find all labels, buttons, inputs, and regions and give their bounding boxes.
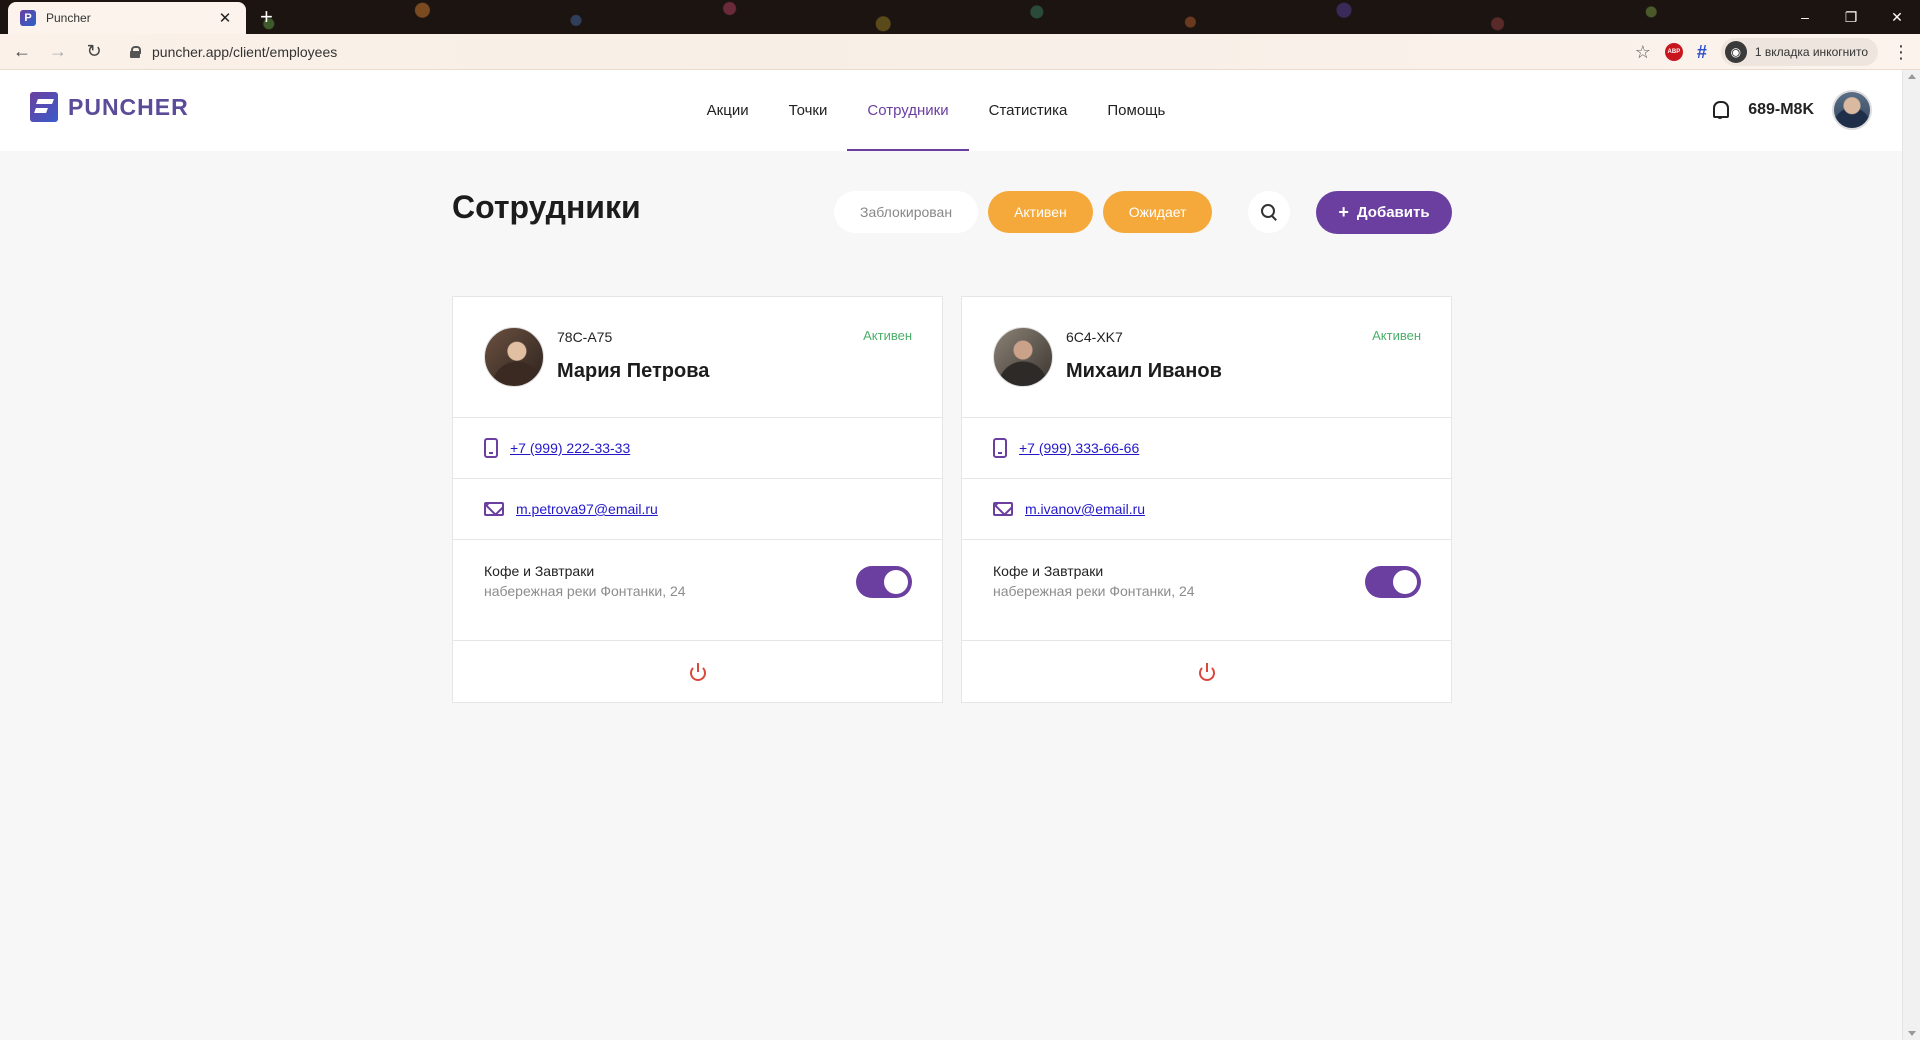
employee-card-header: 78C-A75 Мария Петрова Активен bbox=[453, 297, 942, 418]
nav-item-help[interactable]: Помощь bbox=[1087, 70, 1185, 151]
power-icon[interactable] bbox=[689, 662, 707, 681]
filter-active[interactable]: Активен bbox=[988, 191, 1093, 233]
employee-status-badge: Активен bbox=[863, 328, 912, 343]
employee-card: 78C-A75 Мария Петрова Активен +7 (999) 2… bbox=[452, 296, 943, 703]
tab-title: Puncher bbox=[46, 11, 91, 25]
status-filters: Заблокирован Активен Ожидает bbox=[834, 191, 1213, 233]
close-tab-icon[interactable]: ✕ bbox=[216, 9, 234, 27]
phone-icon bbox=[993, 438, 1007, 458]
adblock-plus-icon[interactable]: ABP bbox=[1664, 43, 1683, 61]
minimize-button[interactable]: – bbox=[1782, 0, 1828, 34]
employee-phone-link[interactable]: +7 (999) 333-66-66 bbox=[1019, 440, 1139, 456]
nav-item-statistics[interactable]: Статистика bbox=[969, 70, 1088, 151]
puncher-favicon-icon: P bbox=[20, 10, 36, 26]
user-code[interactable]: 689-M8K bbox=[1748, 101, 1814, 119]
employee-avatar bbox=[484, 327, 544, 387]
url-text: puncher.app/client/employees bbox=[152, 43, 338, 60]
forward-icon[interactable]: → bbox=[44, 38, 72, 66]
reload-icon[interactable]: ↻ bbox=[80, 38, 108, 66]
power-icon[interactable] bbox=[1198, 662, 1216, 681]
lock-icon bbox=[130, 45, 141, 58]
browser-tab-bar: P Puncher ✕ + – ❐ ✕ bbox=[0, 0, 1920, 34]
scroll-up-icon[interactable] bbox=[1908, 74, 1916, 79]
nav-item-employees[interactable]: Сотрудники bbox=[847, 70, 969, 151]
phone-icon bbox=[484, 438, 498, 458]
address-bar[interactable]: puncher.app/client/employees bbox=[118, 38, 1658, 66]
toolbar-right: ☆ ABP # ◉ 1 вкладка инкогнито ⋮ bbox=[1635, 34, 1910, 70]
employee-location-row: Кофе и Завтраки набережная реки Фонтанки… bbox=[962, 540, 1451, 641]
window-controls: – ❐ ✕ bbox=[1782, 0, 1920, 34]
browser-menu-icon[interactable]: ⋮ bbox=[1892, 42, 1910, 63]
employee-phone-row: +7 (999) 222-33-33 bbox=[453, 418, 942, 479]
extension-grid-icon[interactable]: # bbox=[1697, 42, 1707, 63]
scroll-down-icon[interactable] bbox=[1908, 1031, 1916, 1036]
search-button[interactable] bbox=[1248, 191, 1290, 233]
employee-email-row: m.petrova97@email.ru bbox=[453, 479, 942, 540]
employee-phone-link[interactable]: +7 (999) 222-33-33 bbox=[510, 440, 630, 456]
employee-email-row: m.ivanov@email.ru bbox=[962, 479, 1451, 540]
mail-icon bbox=[993, 502, 1013, 516]
employee-email-link[interactable]: m.ivanov@email.ru bbox=[1025, 501, 1145, 517]
browser-toolbar: ← → ↻ puncher.app/client/employees ☆ ABP… bbox=[0, 34, 1920, 70]
plus-icon: + bbox=[1338, 202, 1349, 222]
app-header: PUNCHER Акции Точки Сотрудники Статистик… bbox=[0, 70, 1902, 151]
employee-card: 6C4-XK7 Михаил Иванов Активен +7 (999) 3… bbox=[961, 296, 1452, 703]
bookmark-star-icon[interactable]: ☆ bbox=[1635, 42, 1651, 63]
new-tab-button[interactable]: + bbox=[260, 4, 273, 30]
add-button-label: Добавить bbox=[1356, 204, 1430, 221]
browser-tab[interactable]: P Puncher ✕ bbox=[8, 2, 246, 34]
employee-location-row: Кофе и Завтраки набережная реки Фонтанки… bbox=[453, 540, 942, 641]
incognito-indicator[interactable]: ◉ 1 вкладка инкогнито bbox=[1720, 38, 1878, 66]
employee-code: 6C4-XK7 bbox=[1066, 329, 1123, 345]
employee-name: Мария Петрова bbox=[557, 360, 710, 382]
employee-card-footer bbox=[962, 641, 1451, 702]
notifications-bell-icon[interactable] bbox=[1710, 100, 1730, 120]
employee-name: Михаил Иванов bbox=[1066, 360, 1222, 382]
location-access-toggle[interactable] bbox=[856, 566, 912, 598]
employee-phone-row: +7 (999) 333-66-66 bbox=[962, 418, 1451, 479]
nav-item-promotions[interactable]: Акции bbox=[687, 70, 769, 151]
search-icon bbox=[1261, 204, 1277, 220]
location-address: набережная реки Фонтанки, 24 bbox=[484, 583, 686, 599]
location-access-toggle[interactable] bbox=[1365, 566, 1421, 598]
location-address: набережная реки Фонтанки, 24 bbox=[993, 583, 1195, 599]
employee-status-badge: Активен bbox=[1372, 328, 1421, 343]
restore-button[interactable]: ❐ bbox=[1828, 0, 1874, 34]
location-name: Кофе и Завтраки bbox=[484, 563, 595, 579]
employee-avatar bbox=[993, 327, 1053, 387]
employee-code: 78C-A75 bbox=[557, 329, 613, 345]
employee-email-link[interactable]: m.petrova97@email.ru bbox=[516, 501, 658, 517]
page-scrollbar[interactable] bbox=[1902, 70, 1920, 1040]
filter-blocked[interactable]: Заблокирован bbox=[834, 191, 979, 233]
employee-card-header: 6C4-XK7 Михаил Иванов Активен bbox=[962, 297, 1451, 418]
close-window-button[interactable]: ✕ bbox=[1874, 0, 1920, 34]
location-name: Кофе и Завтраки bbox=[993, 563, 1104, 579]
header-user-area: 689-M8K bbox=[1710, 90, 1872, 130]
main-nav: Акции Точки Сотрудники Статистика Помощь bbox=[0, 70, 1902, 151]
user-avatar[interactable] bbox=[1832, 90, 1872, 130]
filter-pending[interactable]: Ожидает bbox=[1102, 191, 1213, 233]
back-icon[interactable]: ← bbox=[8, 38, 36, 66]
incognito-icon: ◉ bbox=[1724, 41, 1747, 63]
employee-card-footer bbox=[453, 641, 942, 702]
page-title: Сотрудники bbox=[452, 189, 641, 225]
incognito-label: 1 вкладка инкогнито bbox=[1754, 45, 1868, 59]
add-employee-button[interactable]: + Добавить bbox=[1316, 191, 1452, 234]
mail-icon bbox=[484, 502, 504, 516]
employee-cards: 78C-A75 Мария Петрова Активен +7 (999) 2… bbox=[452, 296, 1452, 703]
nav-item-points[interactable]: Точки bbox=[769, 70, 848, 151]
